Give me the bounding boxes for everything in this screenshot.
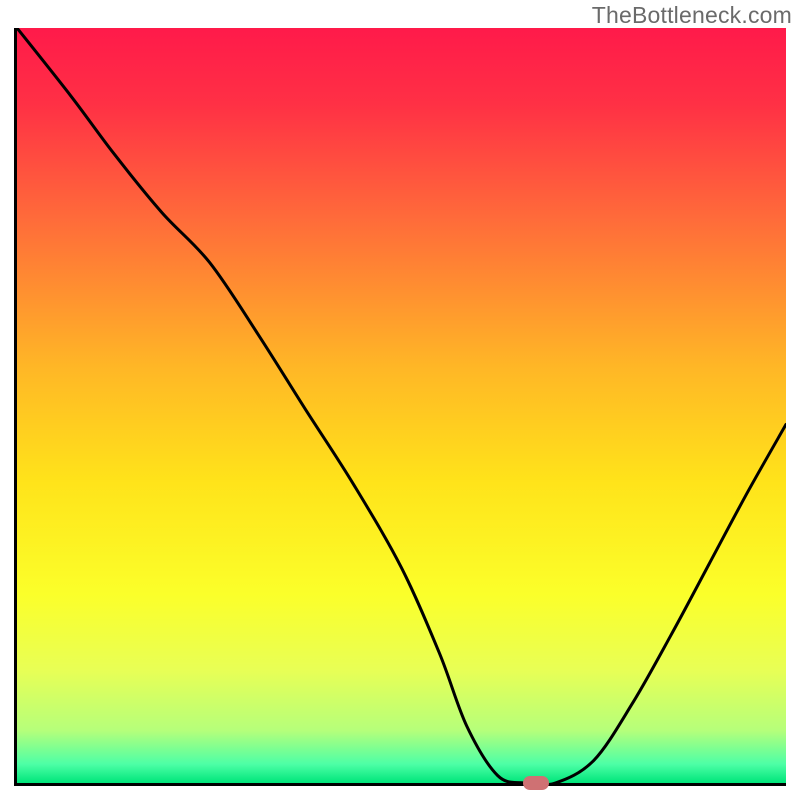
valley-marker (523, 776, 549, 790)
gradient-background (17, 28, 786, 783)
watermark-text: TheBottleneck.com (592, 2, 792, 29)
chart-frame: TheBottleneck.com (0, 0, 800, 800)
plot-area (17, 28, 786, 783)
